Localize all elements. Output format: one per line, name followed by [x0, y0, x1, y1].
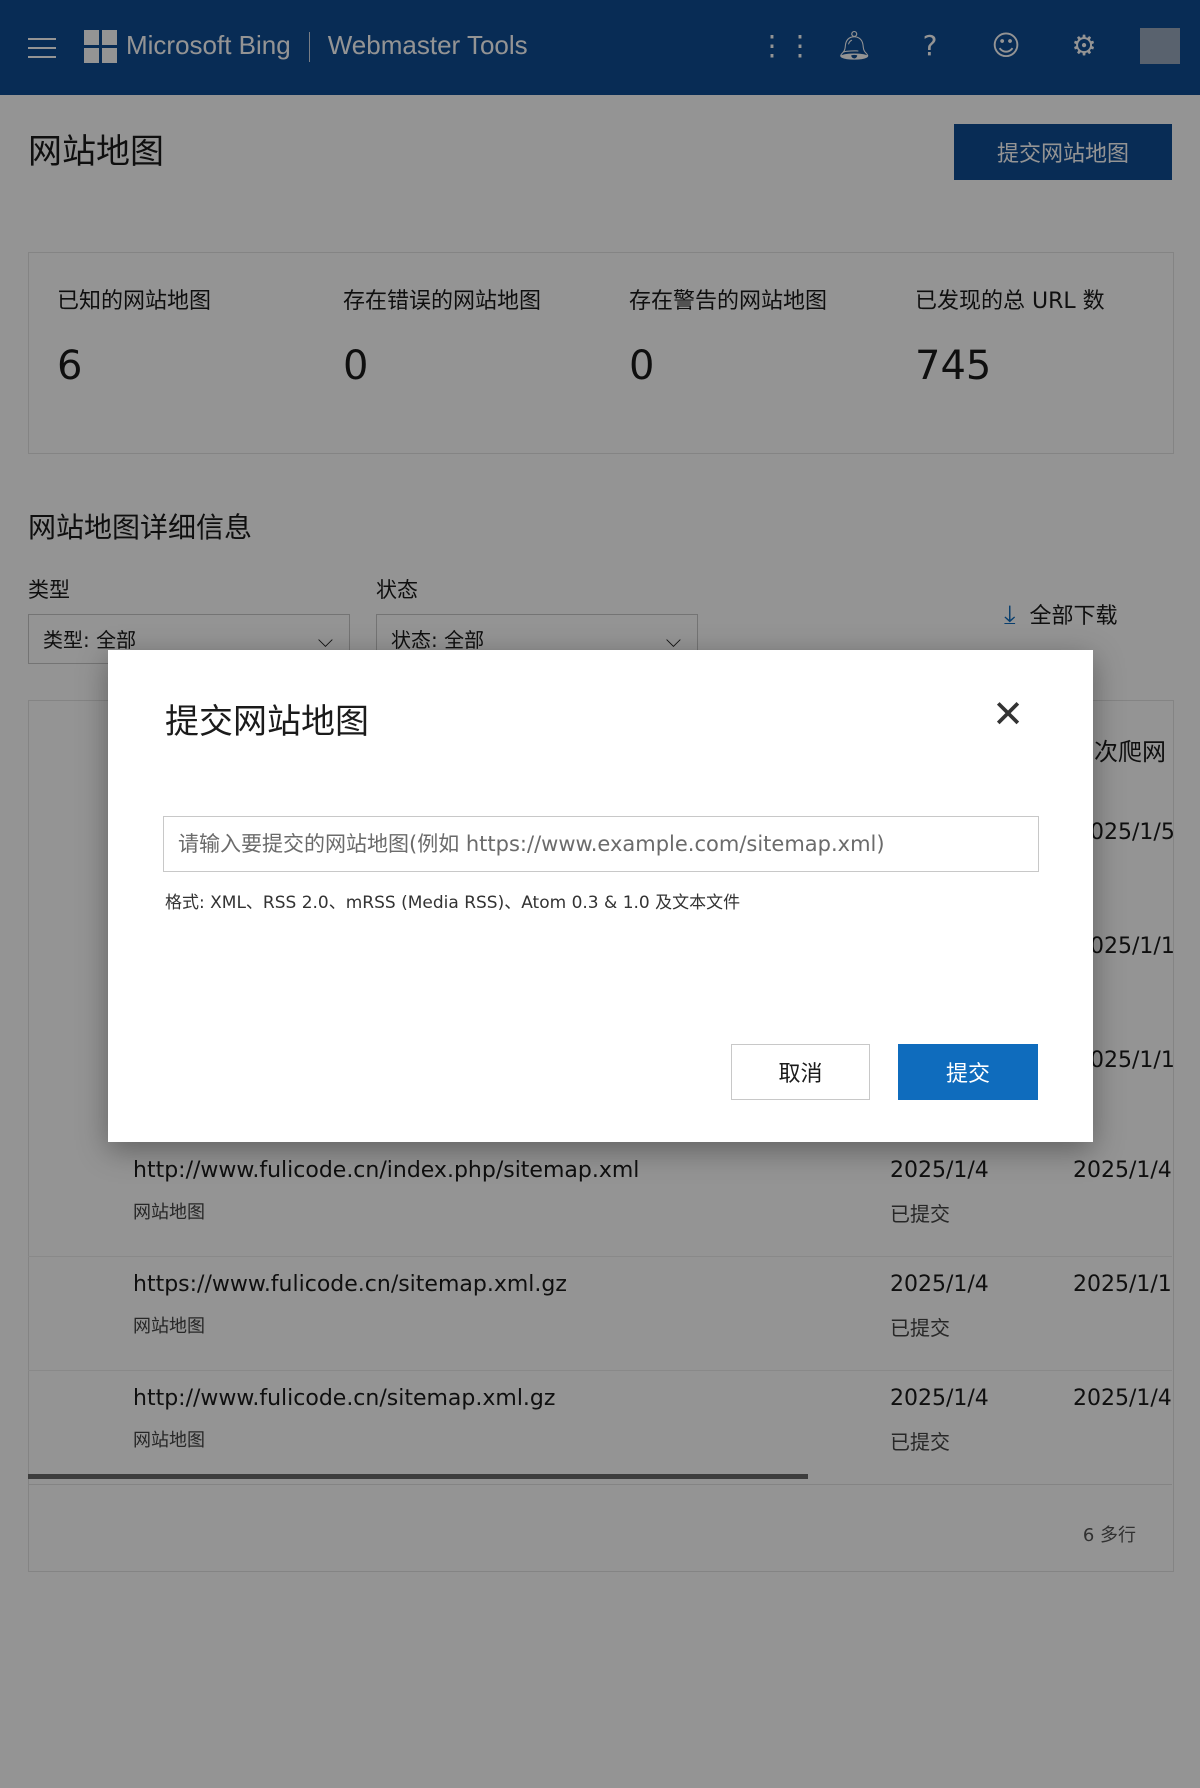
submit-sitemap-dialog: 提交网站地图 ✕ 格式: XML、RSS 2.0、mRSS (Media RSS…	[108, 650, 1093, 1142]
cancel-button[interactable]: 取消	[731, 1044, 870, 1100]
dialog-title: 提交网站地图	[165, 702, 369, 742]
format-hint: 格式: XML、RSS 2.0、mRSS (Media RSS)、Atom 0.…	[165, 893, 741, 913]
submit-button[interactable]: 提交	[898, 1044, 1038, 1100]
close-icon[interactable]: ✕	[988, 694, 1028, 734]
sitemap-url-input[interactable]	[163, 816, 1039, 872]
